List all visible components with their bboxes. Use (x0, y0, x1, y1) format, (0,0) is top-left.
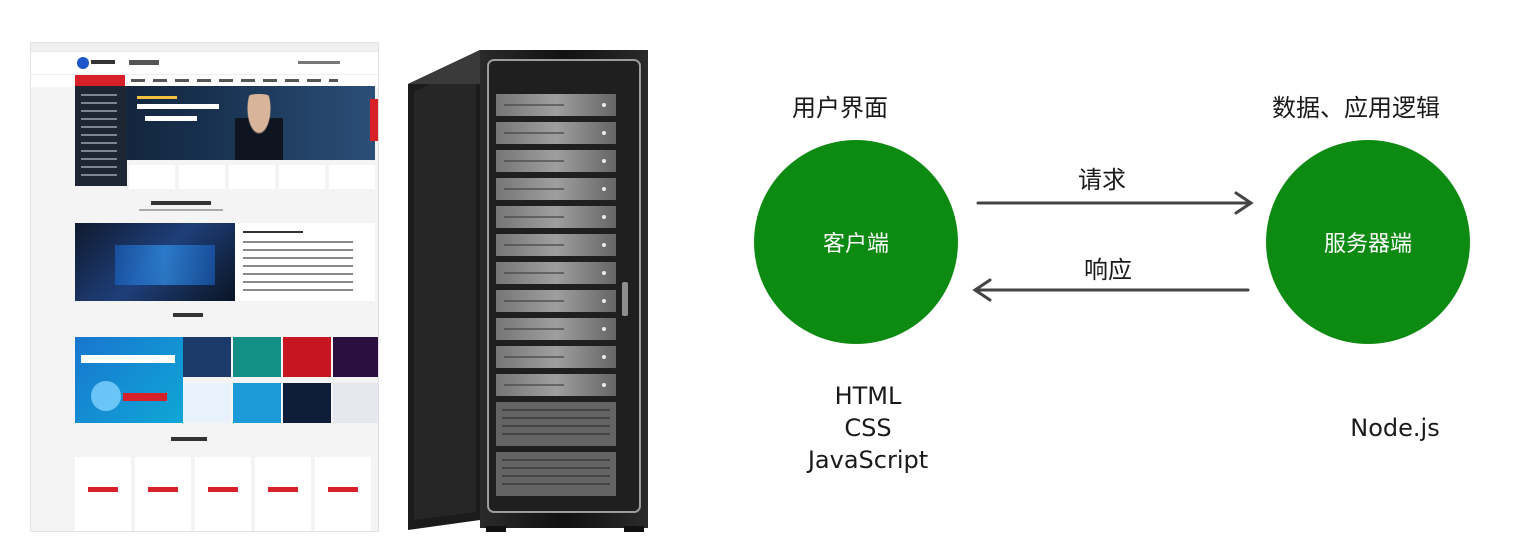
client-tech-css: CSS (844, 414, 892, 442)
client-node-label: 客户端 (822, 232, 889, 257)
site-topbar (31, 43, 378, 52)
server-rack-image (408, 50, 648, 532)
request-arrow (976, 191, 1254, 215)
site-video-thumbnail (75, 223, 235, 301)
server-node: 服务器端 (1266, 140, 1470, 344)
server-technologies: Node.js (1340, 412, 1450, 444)
server-caption: 数据、应用逻辑 (1272, 94, 1440, 122)
site-logo-icon (77, 56, 117, 70)
site-price-cards (75, 457, 375, 531)
client-tech-javascript: JavaScript (807, 446, 929, 474)
site-side-menu (75, 86, 127, 186)
edge-arrows (972, 191, 1254, 302)
client-node: 客户端 (754, 140, 958, 344)
response-arrow (972, 278, 1250, 302)
client-technologies: HTML CSS JavaScript (800, 380, 936, 476)
site-news-list (235, 223, 375, 301)
client-tech-html: HTML (834, 382, 902, 410)
client-caption: 用户界面 (792, 94, 888, 122)
site-promo-banner (75, 337, 183, 423)
person-illustration (235, 94, 283, 160)
site-course-tiles (183, 337, 378, 423)
server-node-label: 服务器端 (1323, 232, 1412, 257)
site-feature-cards (129, 165, 375, 189)
site-header (31, 52, 378, 74)
server-tech-nodejs: Node.js (1350, 414, 1440, 442)
website-screenshot-image (30, 42, 379, 532)
